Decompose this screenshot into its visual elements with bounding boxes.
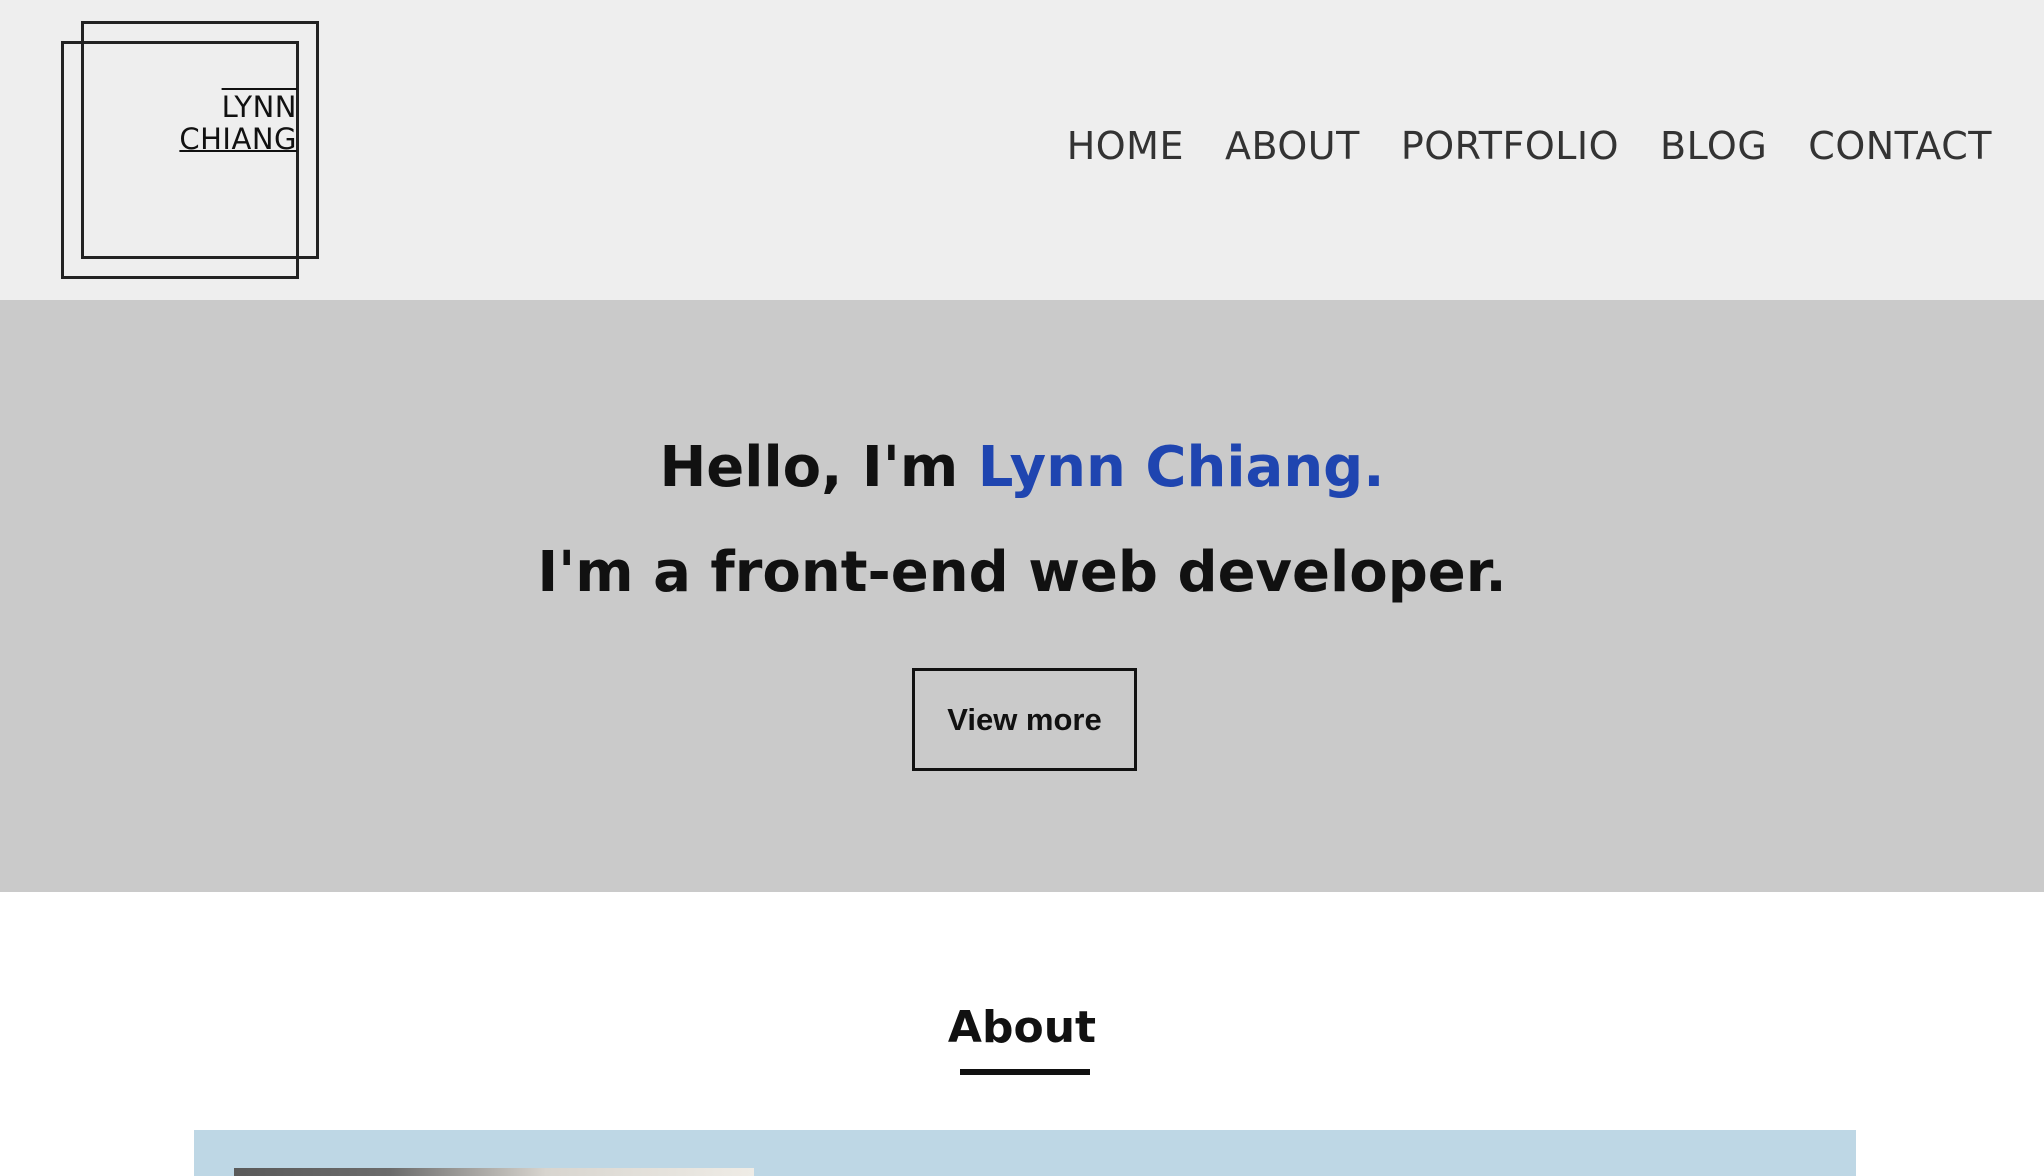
- site-logo[interactable]: LYNN CHIANG: [61, 21, 321, 281]
- about-section: About: [0, 892, 2044, 1176]
- logo-line-1: LYNN: [221, 90, 297, 124]
- hero-tagline: I'm a front-end web developer.: [537, 540, 1507, 605]
- about-panel: [194, 1130, 1856, 1176]
- nav-item-about[interactable]: ABOUT: [1225, 124, 1360, 168]
- nav-item-portfolio[interactable]: PORTFOLIO: [1401, 124, 1619, 168]
- hero-section: Hello, I'm Lynn Chiang. I'm a front-end …: [0, 300, 2044, 892]
- nav-item-contact[interactable]: CONTACT: [1808, 124, 1992, 168]
- view-more-button[interactable]: View more: [912, 668, 1137, 771]
- hero-greeting-text: Hello, I'm: [659, 435, 978, 500]
- main-nav: HOME ABOUT PORTFOLIO BLOG CONTACT: [1067, 124, 1992, 168]
- hero-greeting: Hello, I'm Lynn Chiang.: [0, 435, 2044, 500]
- nav-item-home[interactable]: HOME: [1067, 124, 1184, 168]
- logo-frame-front: [61, 41, 299, 279]
- logo-line-2: CHIANG: [179, 122, 297, 156]
- nav-item-blog[interactable]: BLOG: [1660, 124, 1767, 168]
- page: LYNN CHIANG HOME ABOUT PORTFOLIO BLOG CO…: [0, 0, 2044, 1176]
- logo-text: LYNN CHIANG: [179, 91, 297, 155]
- about-heading: About: [947, 1002, 1097, 1053]
- hero-name: Lynn Chiang.: [977, 435, 1385, 500]
- site-header: LYNN CHIANG HOME ABOUT PORTFOLIO BLOG CO…: [0, 0, 2044, 300]
- about-heading-underline: [960, 1069, 1090, 1075]
- about-photo: [234, 1168, 754, 1176]
